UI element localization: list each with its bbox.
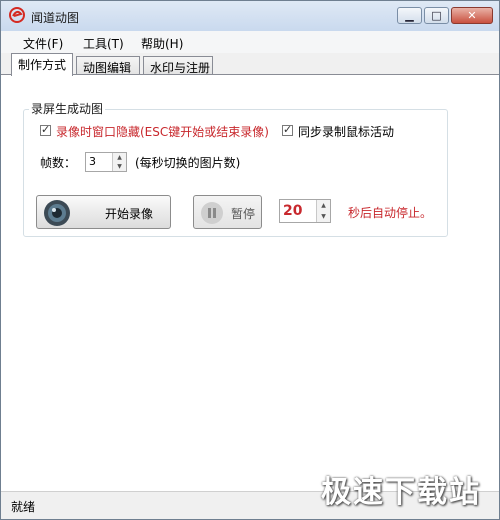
pause-button[interactable]: 暂停 [193, 195, 262, 229]
arrow-up-icon[interactable]: ▲ [317, 200, 330, 211]
check-icon: ✓ [41, 123, 51, 136]
auto-stop-value[interactable]: 20 [283, 203, 302, 219]
tab-watermark-register[interactable]: 水印与注册 [143, 56, 213, 75]
title-bar[interactable]: 闻道动图 ▁ □ ✕ [1, 1, 499, 31]
fps-stepper[interactable]: 3 ▲ ▼ [85, 152, 127, 172]
sync-mouse-checkbox[interactable]: ✓ [282, 123, 293, 136]
arrow-up-icon[interactable]: ▲ [113, 153, 126, 162]
start-record-label: 开始录像 [105, 207, 154, 221]
tab-creation-mode[interactable]: 制作方式 [11, 53, 73, 76]
maximize-icon: □ [431, 9, 442, 22]
tab-animation-edit[interactable]: 动图编辑 [76, 56, 140, 75]
auto-stop-suffix: 秒后自动停止。 [348, 206, 433, 220]
fps-value[interactable]: 3 [89, 155, 96, 168]
minimize-icon: ▁ [405, 9, 414, 22]
close-icon: ✕ [467, 9, 477, 22]
tab-page: 录屏生成动图 ✓ 录像时窗口隐藏(ESC键开始或结束录像) ✓ 同步录制鼠标活动… [1, 74, 499, 492]
menu-help[interactable]: 帮助(H) [141, 35, 183, 52]
sync-mouse-label[interactable]: 同步录制鼠标活动 [298, 123, 394, 140]
check-icon: ✓ [283, 123, 293, 136]
fps-hint: (每秒切换的图片数) [135, 156, 241, 170]
pause-icon [201, 202, 223, 224]
menu-tools[interactable]: 工具(T) [83, 35, 124, 52]
arrow-down-icon[interactable]: ▼ [317, 211, 330, 222]
arrow-down-icon[interactable]: ▼ [113, 162, 126, 171]
fps-stepper-arrows[interactable]: ▲ ▼ [112, 153, 126, 171]
window-title: 闻道动图 [31, 11, 80, 25]
auto-stop-arrows[interactable]: ▲ ▼ [316, 200, 330, 222]
menu-bar: 文件(F) 工具(T) 帮助(H) [1, 31, 499, 53]
start-record-button[interactable]: 开始录像 [36, 195, 171, 229]
app-window: 闻道动图 ▁ □ ✕ 文件(F) 工具(T) 帮助(H) 制作方式 动图编辑 水… [0, 0, 500, 520]
pause-label: 暂停 [231, 207, 256, 221]
close-button[interactable]: ✕ [451, 7, 493, 24]
hide-window-checkbox[interactable]: ✓ [40, 123, 51, 136]
status-text: 就绪 [11, 500, 36, 514]
auto-stop-stepper[interactable]: 20 ▲ ▼ [279, 199, 331, 223]
maximize-button[interactable]: □ [424, 7, 449, 24]
app-logo-icon [9, 7, 25, 23]
camera-lens-icon [44, 200, 70, 226]
hide-window-label[interactable]: 录像时窗口隐藏(ESC键开始或结束录像) [56, 123, 269, 140]
record-group-title: 录屏生成动图 [29, 100, 106, 117]
watermark: 极速下载站 [321, 475, 481, 510]
fps-label: 帧数： [40, 156, 77, 170]
menu-file[interactable]: 文件(F) [23, 35, 63, 52]
tab-strip: 制作方式 动图编辑 水印与注册 [1, 53, 499, 76]
minimize-button[interactable]: ▁ [397, 7, 422, 24]
